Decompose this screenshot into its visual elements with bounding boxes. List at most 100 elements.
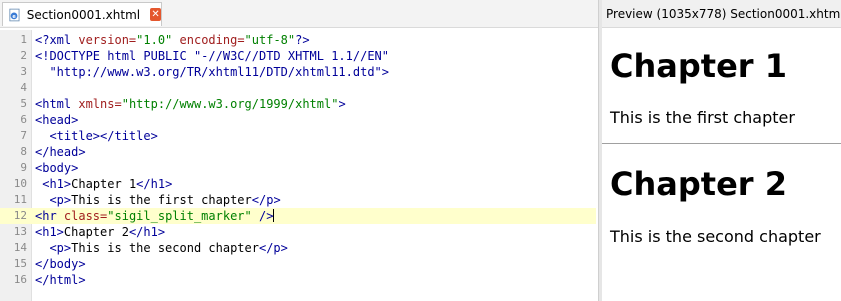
code-line[interactable]: 5 <html xmlns="http://www.w3.org/1999/xht… [0,96,596,112]
preview-chapter2-text: This is the second chapter [610,227,821,246]
preview-title: Preview (1035x778) Section0001.xhtml [602,0,841,28]
code-line[interactable]: 11 <p>This is the first chapter</p> [0,192,596,208]
line-number: 10 [13,177,27,190]
code-token: <p> [49,193,72,207]
code-token: </head> [35,145,86,159]
code-token: <body> [35,161,79,175]
line-number: 14 [13,241,27,254]
code-token: <!DOCTYPE html PUBLIC "-//W3C//DTD XHTML… [35,49,390,63]
code-line-text: "http://www.w3.org/TR/xhtml11/DTD/xhtml1… [35,64,389,80]
line-number: 9 [20,161,27,174]
code-line[interactable]: 13 <h1>Chapter 2</h1> [0,224,596,240]
line-number: 13 [13,225,27,238]
code-token: xmlns= [78,97,122,111]
code-token: <?xml [35,33,79,47]
tab-label: Section0001.xhtml [26,7,141,22]
code-token: This is the first chapter [71,193,252,207]
code-token: </html> [35,273,86,287]
line-number: 8 [20,145,27,158]
preview-split-marker-rule [602,143,841,144]
line-number: 11 [13,193,27,206]
code-token: </h1> [128,225,166,239]
code-token: This is the second chapter [71,241,259,255]
code-token: Chapter 2 [63,225,129,239]
code-line-text: <p>This is the second chapter</p> [35,240,288,256]
preview-chapter1-heading: Chapter 1 [610,47,787,85]
svg-text:e: e [12,13,16,19]
line-number: 7 [20,129,27,142]
close-icon[interactable]: ✕ [150,8,161,21]
code-line[interactable]: 4 [0,80,596,96]
code-line[interactable]: 9 <body> [0,160,596,176]
code-token: class= [63,209,108,223]
code-line[interactable]: 8 </head> [0,144,596,160]
code-token: </h1> [136,177,173,191]
code-token: "1.0" [136,33,173,47]
code-token: <p> [49,241,72,255]
code-line[interactable]: 2 <!DOCTYPE html PUBLIC "-//W3C//DTD XHTM… [0,48,596,64]
code-line[interactable]: 15 </body> [0,256,596,272]
code-text-area[interactable]: 1 <?xml version="1.0" encoding="utf-8"?> 2… [0,30,600,301]
code-token: version= [78,33,137,47]
code-token: <hr [35,209,64,223]
code-line[interactable]: 12 <hr class="sigil_split_marker" /> [0,208,596,224]
code-token: encoding= [179,33,245,47]
code-token: "http://www.w3.org/1999/xhtml" [121,97,339,111]
code-line-text: </head> [35,144,86,160]
code-token: </p> [258,241,288,255]
code-line-text: </body> [35,256,86,272]
code-token: /> [259,209,274,223]
tab-section0001[interactable]: e Section0001.xhtml ✕ [2,2,162,26]
code-line[interactable]: 14 <p>This is the second chapter</p> [0,240,596,256]
code-line-text: <!DOCTYPE html PUBLIC "-//W3C//DTD XHTML… [35,48,389,64]
code-token: Chapter 1 [71,177,137,191]
code-line[interactable]: 1 <?xml version="1.0" encoding="utf-8"?> [0,32,596,48]
code-line[interactable]: 7 <title></title> [0,128,596,144]
code-token: > [338,97,346,111]
code-line[interactable]: 3 "http://www.w3.org/TR/xhtml11/DTD/xhtm… [0,64,596,80]
code-editor-pane: e Section0001.xhtml ✕ 1 <?xml version="1.… [0,0,600,301]
line-number: 15 [13,257,27,270]
xhtml-file-icon: e [9,8,20,21]
code-line-text: <html xmlns="http://www.w3.org/1999/xhtm… [35,96,346,112]
code-line-text: </html> [35,272,86,288]
code-line[interactable]: 16 </html> [0,272,596,288]
code-line-text: <body> [35,160,78,176]
line-number: 3 [20,65,27,78]
code-token: ?> [295,33,310,47]
line-number: 16 [13,273,27,286]
line-number: 2 [20,49,27,62]
code-line-text: <head> [35,112,78,128]
code-line-text: <h1>Chapter 1</h1> [35,176,172,192]
code-token: <title></title> [49,129,158,143]
code-line-text: <hr class="sigil_split_marker" /> [35,208,275,224]
line-number: 6 [20,113,27,126]
text-caret [273,209,275,222]
line-number: 12 [13,209,27,222]
preview-chapter1-text: This is the first chapter [610,108,795,127]
preview-pane: Preview (1035x778) Section0001.xhtml Cha… [602,0,841,301]
code-token: <head> [35,113,79,127]
code-line[interactable]: 6 <head> [0,112,596,128]
code-token: </body> [35,257,86,271]
code-token: "http://www.w3.org/TR/xhtml11/DTD/xhtml1… [35,65,390,79]
code-token: "sigil_split_marker" [107,209,252,223]
code-token: "utf-8" [244,33,296,47]
editor-tab-bar: e Section0001.xhtml ✕ [0,0,600,28]
line-number: 4 [20,81,27,94]
code-token: <h1> [42,177,72,191]
code-token: <html [35,97,79,111]
code-line[interactable]: 10 <h1>Chapter 1</h1> [0,176,596,192]
code-line-text: <h1>Chapter 2</h1> [35,224,165,240]
code-token: <h1> [35,225,64,239]
code-line-text: <title></title> [35,128,158,144]
code-line-text: <p>This is the first chapter</p> [35,192,281,208]
line-number: 1 [20,33,27,46]
code-token: </p> [251,193,281,207]
preview-chapter2-heading: Chapter 2 [610,165,787,203]
